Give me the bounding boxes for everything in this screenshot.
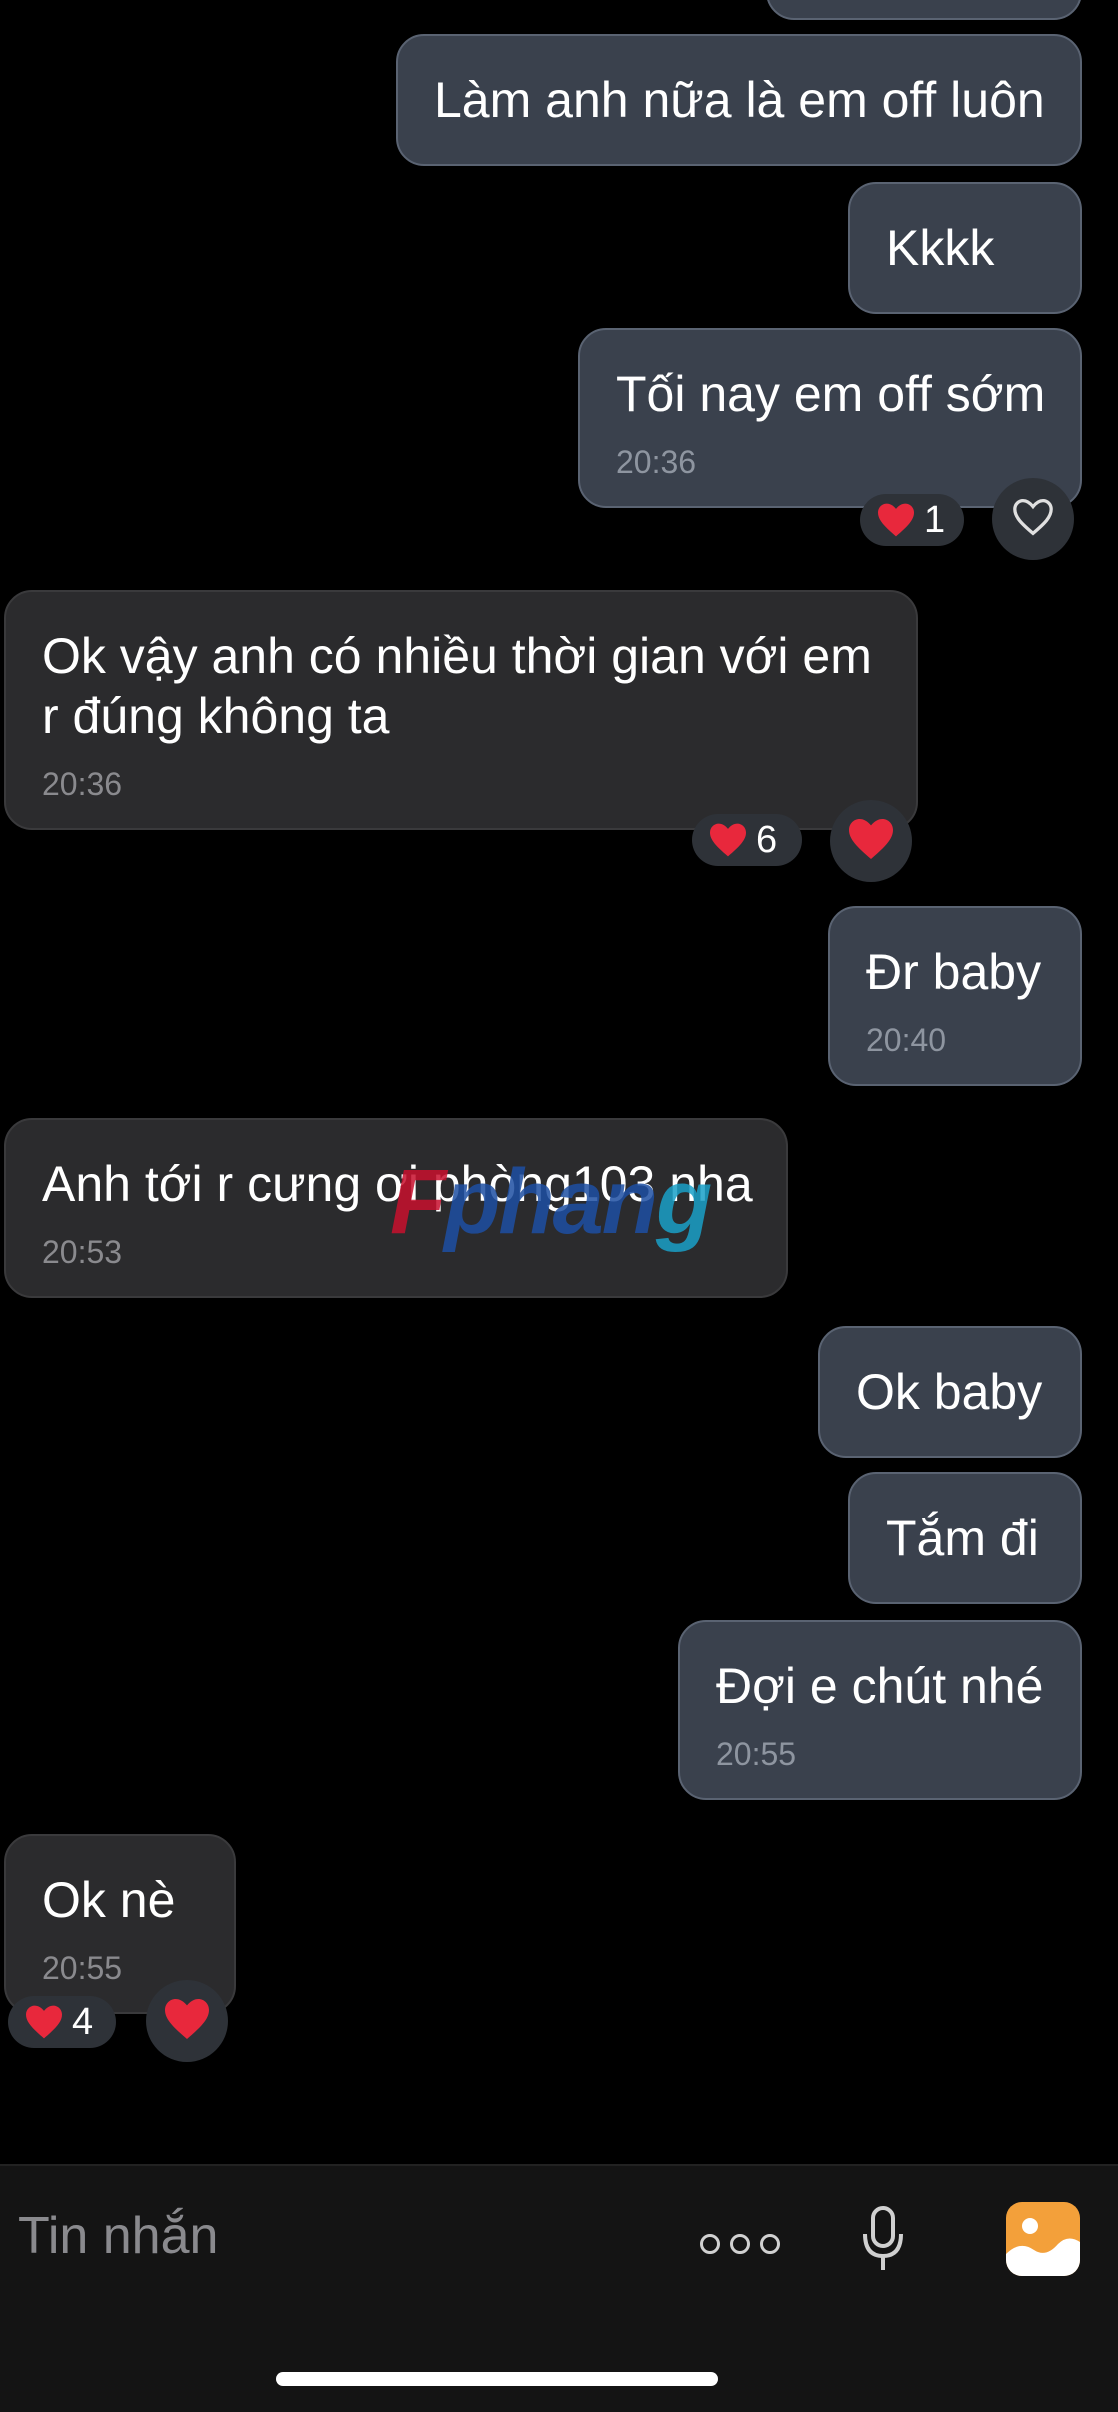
more-options-icon[interactable] bbox=[700, 2234, 780, 2254]
message-bubble-partial[interactable] bbox=[766, 0, 1082, 20]
message-bubble[interactable]: Anh tới r cưng ơi phòng103 nha 20:53 bbox=[4, 1118, 788, 1298]
message-timestamp: 20:36 bbox=[616, 444, 697, 480]
message-input[interactable]: Tin nhắn bbox=[18, 2206, 218, 2266]
message-text: Anh tới r cưng ơi phòng103 nha bbox=[42, 1156, 753, 1212]
message-bubble[interactable]: Đợi e chút nhé 20:55 bbox=[678, 1620, 1082, 1800]
reaction-count: 4 bbox=[72, 2000, 94, 2043]
reaction-count-pill[interactable]: 4 bbox=[8, 1996, 116, 2048]
heart-icon bbox=[163, 1997, 211, 2046]
like-button[interactable] bbox=[830, 800, 912, 882]
message-timestamp: 20:53 bbox=[42, 1234, 123, 1270]
reaction-count-pill[interactable]: 6 bbox=[692, 814, 802, 866]
message-text: Đr baby bbox=[866, 944, 1042, 1000]
message-timestamp: 20:40 bbox=[866, 1022, 947, 1058]
like-button[interactable] bbox=[146, 1980, 228, 2062]
heart-icon bbox=[847, 817, 895, 866]
message-bubble[interactable]: Làm anh nữa là em off luôn bbox=[396, 34, 1082, 166]
message-bubble[interactable]: Ok baby bbox=[818, 1326, 1082, 1458]
reaction-count-pill[interactable]: 1 bbox=[860, 494, 964, 546]
message-text: Ok vậy anh có nhiều thời gian với em r đ… bbox=[42, 628, 872, 744]
message-timestamp: 20:36 bbox=[42, 766, 123, 802]
home-indicator[interactable] bbox=[276, 2372, 718, 2386]
message-text: Tắm đi bbox=[886, 1510, 1039, 1566]
like-button[interactable] bbox=[992, 478, 1074, 560]
message-text: Kkkk bbox=[886, 220, 995, 276]
message-text: Tối nay em off sớm bbox=[616, 366, 1046, 422]
message-bubble[interactable]: Kkkk bbox=[848, 182, 1082, 314]
message-timestamp: 20:55 bbox=[716, 1736, 797, 1772]
photo-gallery-icon[interactable] bbox=[1006, 2202, 1080, 2276]
reaction-count: 6 bbox=[756, 818, 778, 861]
microphone-icon[interactable] bbox=[858, 2204, 908, 2279]
message-text: Đợi e chút nhé bbox=[716, 1658, 1044, 1714]
message-text: Ok baby bbox=[856, 1364, 1043, 1420]
heart-icon bbox=[708, 822, 748, 858]
heart-icon bbox=[24, 2004, 64, 2040]
reaction-count: 1 bbox=[924, 498, 946, 541]
message-bubble[interactable]: Tối nay em off sớm 20:36 bbox=[578, 328, 1082, 508]
heart-icon bbox=[876, 502, 916, 538]
heart-outline-icon bbox=[1011, 497, 1055, 542]
message-bubble[interactable]: Ok vậy anh có nhiều thời gian với em r đ… bbox=[4, 590, 918, 830]
message-bubble[interactable]: Đr baby 20:40 bbox=[828, 906, 1082, 1086]
message-text: Ok nè bbox=[42, 1872, 176, 1928]
message-text: Làm anh nữa là em off luôn bbox=[434, 72, 1045, 128]
message-bubble[interactable]: Tắm đi bbox=[848, 1472, 1082, 1604]
